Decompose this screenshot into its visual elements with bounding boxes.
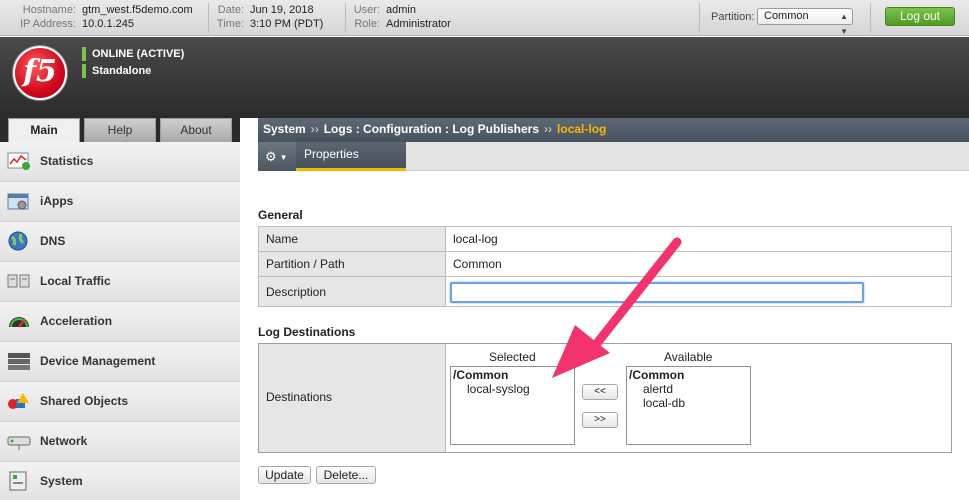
sidebar-item-label: System [40, 474, 83, 488]
network-icon [7, 431, 31, 451]
tab-help[interactable]: Help [84, 118, 156, 142]
breadcrumb-system[interactable]: System [263, 122, 306, 136]
move-left-button[interactable]: << [582, 384, 618, 400]
dns-globe-icon [7, 231, 31, 251]
description-key: Description [258, 276, 446, 307]
log-destinations-title: Log Destinations [258, 325, 356, 339]
local-traffic-icon [7, 271, 31, 291]
partition-value: Common [764, 10, 809, 22]
status-standalone: Standalone [82, 64, 151, 78]
breadcrumb-separator: ›› [544, 122, 553, 136]
updown-arrow-icon: ▲ ▼ [840, 12, 848, 36]
partition-select[interactable]: Common ▲ ▼ [757, 8, 853, 36]
user-label: User: [353, 4, 380, 16]
sidebar-item-label: Device Management [40, 354, 156, 368]
list-group: /Common [629, 368, 685, 382]
divider [699, 3, 700, 33]
sidebar-item-statistics[interactable]: Statistics [0, 142, 240, 182]
sidebar: Statistics iApps DNS Local Traffic Accel… [0, 142, 240, 500]
host-info: Hostname: gtm_west.f5demo.com IP Address:… [14, 3, 193, 31]
description-input[interactable] [450, 282, 864, 303]
hostname-value: gtm_west.f5demo.com [82, 4, 193, 16]
move-right-button[interactable]: >> [582, 412, 618, 428]
available-destinations-list[interactable]: /Common alertd local-db [626, 366, 751, 445]
breadcrumb-separator: ›› [310, 122, 319, 136]
delete-button[interactable]: Delete... [316, 466, 376, 484]
header-band: f5 ONLINE (ACTIVE) Standalone [0, 37, 969, 118]
tab-about[interactable]: About [160, 118, 232, 142]
sidebar-item-label: iApps [40, 194, 74, 208]
name-value: local-log [445, 226, 952, 252]
divider [870, 3, 871, 33]
available-header: Available [664, 350, 713, 364]
role-label: Role: [354, 18, 380, 30]
sidebar-item-device-management[interactable]: Device Management [0, 342, 240, 382]
date-label: Date: [217, 4, 244, 16]
sidebar-item-label: Local Traffic [40, 274, 111, 288]
datetime-info: Date: Jun 19, 2018 Time: 3:10 PM (PDT) [212, 3, 323, 31]
statistics-icon [7, 151, 31, 171]
iapps-icon [7, 191, 31, 211]
sub-toolbar: ⚙ ▼ Properties [258, 142, 969, 171]
breadcrumb-current: local-log [557, 122, 607, 136]
partition-label: Partition: [711, 11, 755, 23]
user-info: User: admin Role: Administrator [350, 3, 451, 31]
tab-main[interactable]: Main [8, 118, 80, 142]
divider [208, 3, 209, 33]
sidebar-item-label: Shared Objects [40, 394, 129, 408]
general-section-title: General [258, 208, 303, 222]
list-item[interactable]: local-db [629, 396, 748, 410]
sidebar-item-label: Acceleration [40, 314, 113, 328]
f5-logo[interactable]: f5 [13, 46, 67, 100]
device-management-icon [7, 351, 31, 371]
sidebar-item-acceleration[interactable]: Acceleration [0, 302, 240, 342]
time-value: 3:10 PM (PDT) [250, 18, 324, 30]
ip-value: 10.0.1.245 [82, 18, 134, 30]
status-online: ONLINE (ACTIVE) [82, 47, 184, 61]
table-row: Partition / Path Common [258, 251, 952, 277]
partition-path-key: Partition / Path [258, 251, 446, 277]
ip-label: IP Address: [19, 18, 76, 30]
nav-tabs: Main Help About [0, 118, 240, 142]
sidebar-item-network[interactable]: Network [0, 422, 240, 462]
sidebar-item-dns[interactable]: DNS [0, 222, 240, 262]
tab-properties[interactable]: Properties [296, 142, 406, 171]
caret-down-icon: ▼ [279, 153, 288, 163]
shared-objects-icon [7, 391, 31, 411]
sidebar-item-label: Network [40, 434, 88, 448]
gear-icon: ⚙ [265, 149, 277, 164]
table-row: Name local-log [258, 226, 952, 252]
role-value: Administrator [386, 18, 451, 30]
divider [345, 3, 346, 33]
sidebar-item-label: DNS [40, 234, 66, 248]
sidebar-item-label: Statistics [40, 154, 94, 168]
selected-header: Selected [489, 350, 536, 364]
logout-button[interactable]: Log out [885, 7, 955, 26]
selected-destinations-list[interactable]: /Common local-syslog [450, 366, 575, 445]
sidebar-item-shared-objects[interactable]: Shared Objects [0, 382, 240, 422]
sidebar-item-system[interactable]: System [0, 462, 240, 500]
acceleration-gauge-icon [7, 311, 31, 331]
gear-menu-button[interactable]: ⚙ ▼ [258, 142, 296, 171]
destinations-key: Destinations [266, 390, 333, 404]
sidebar-item-iapps[interactable]: iApps [0, 182, 240, 222]
top-info-bar: Hostname: gtm_west.f5demo.com IP Address:… [0, 0, 969, 36]
system-icon [7, 471, 31, 491]
breadcrumb-log-publishers[interactable]: Logs : Configuration : Log Publishers [324, 122, 539, 136]
list-item[interactable]: alertd [629, 382, 748, 396]
user-value: admin [386, 4, 416, 16]
list-item[interactable]: local-syslog [453, 382, 572, 396]
partition-path-value: Common [445, 251, 952, 277]
date-value: Jun 19, 2018 [250, 4, 314, 16]
update-button[interactable]: Update [258, 466, 311, 484]
name-key: Name [258, 226, 446, 252]
breadcrumb: System ›› Logs : Configuration : Log Publi… [258, 118, 969, 142]
list-group: /Common [453, 368, 509, 382]
time-label: Time: [216, 18, 244, 30]
hostname-label: Hostname: [22, 4, 76, 16]
destinations-key-cell: Destinations [259, 344, 446, 452]
sidebar-item-local-traffic[interactable]: Local Traffic [0, 262, 240, 302]
